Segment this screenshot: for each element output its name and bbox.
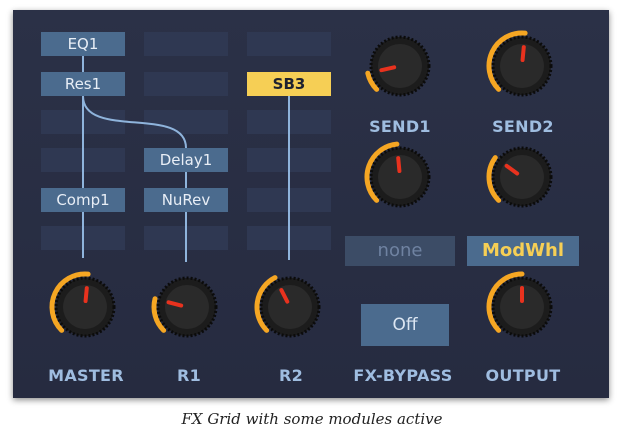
send1-knob[interactable]: [365, 35, 431, 97]
knob-cap: [165, 285, 209, 329]
knob-pointer: [379, 65, 397, 73]
knob-cap: [500, 155, 544, 199]
output-label: OUTPUT: [485, 366, 561, 385]
fx-grid-panel: EQ1 Res1 Comp1 Delay1 NuRev SB3 SEND1 SE…: [13, 10, 609, 398]
knob-pointer: [396, 156, 402, 174]
r1-knob[interactable]: [151, 276, 218, 338]
mod-source-left[interactable]: none: [345, 236, 455, 266]
master-knob[interactable]: [49, 271, 116, 338]
caption: FX Grid with some modules active: [181, 410, 443, 428]
knob-pointer: [520, 45, 526, 63]
knob-cap: [268, 285, 312, 329]
output-knob[interactable]: [486, 271, 553, 338]
send2-label: SEND2: [492, 117, 554, 136]
knob-pointer: [83, 286, 89, 304]
knob-cap: [378, 44, 422, 88]
fx-bypass-label: FX-BYPASS: [353, 366, 453, 385]
send2-knob[interactable]: [486, 30, 553, 97]
mod-source-right[interactable]: ModWhl: [467, 236, 579, 266]
master-label: MASTER: [48, 366, 124, 385]
knob-layer: [49, 30, 553, 338]
mod-amount2-knob[interactable]: [486, 146, 553, 208]
send1-label: SEND1: [369, 117, 431, 136]
r2-label: R2: [278, 366, 304, 385]
r2-knob[interactable]: [254, 275, 321, 338]
fx-bypass-button[interactable]: Off: [361, 304, 449, 346]
mod-amount-knob[interactable]: [364, 141, 431, 208]
